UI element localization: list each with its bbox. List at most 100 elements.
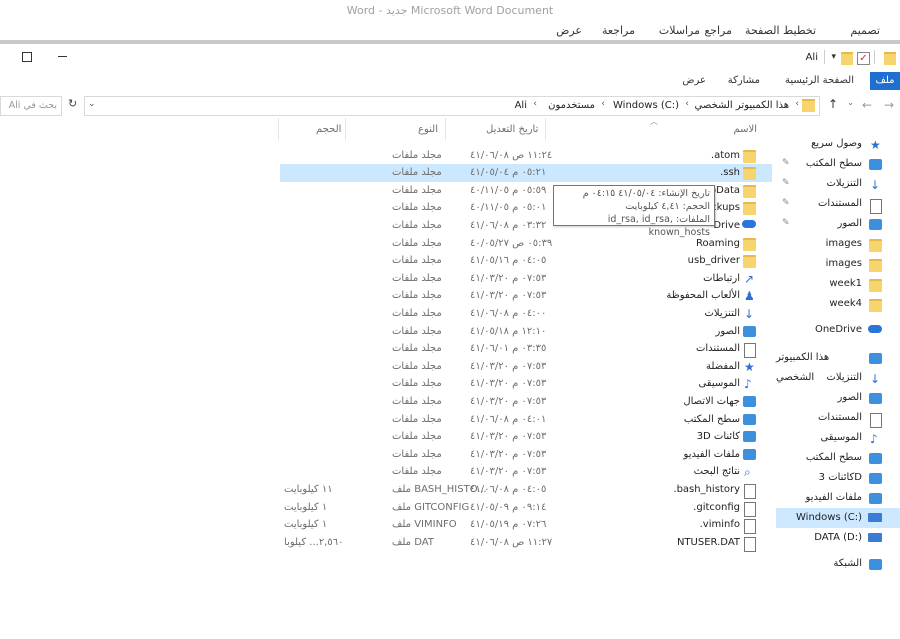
search-box[interactable]: بحث في Ali <box>0 96 62 116</box>
file-row[interactable]: الصور ١٢:١٠ م ٤١/٠٥/١٨ مجلد ملفات <box>280 323 772 341</box>
nav-item[interactable]: ملفات الفيديو <box>776 488 900 508</box>
pin-icon[interactable]: ✎ <box>782 199 791 208</box>
word-tab-view[interactable]: عرض <box>556 22 582 40</box>
breadcrumb-windows-c[interactable]: Windows (C:) <box>613 100 679 111</box>
back-button[interactable]: → <box>884 98 894 112</box>
nav-item[interactable]: المستندات <box>776 408 900 428</box>
nav-item[interactable]: ↓ التنزيلات <box>776 368 900 388</box>
file-row[interactable]: .viminfo ٠٧:٢٦ م ٤١/٠٥/١٩ ملف VIMINFO ١ كيل… <box>280 516 772 535</box>
word-tab-layout[interactable]: تخطيط الصفحة <box>745 22 816 40</box>
file-name: .bash_history <box>673 483 740 495</box>
file-row[interactable]: جهات الاتصال ٠٧:٥٣ م ٤١/٠٣/٢٠ مجلد ملفات <box>280 393 772 411</box>
documents-icon <box>870 199 882 214</box>
file-row[interactable]: المستندات ٠٣:٣٥ م ٤١/٠٦/٠١ مجلد ملفات <box>280 340 772 359</box>
file-name: ارتباطات <box>703 272 740 284</box>
file-row[interactable]: ⌕ نتائج البحث ٠٧:٥٣ م ٤١/٠٣/٢٠ مجلد ملفات <box>280 463 772 481</box>
breadcrumb-users[interactable]: مستخدمون <box>548 100 595 111</box>
file-row[interactable]: ↓ التنزيلات ٠٤:٠٠ م ٤١/٠٦/٠٨ مجلد ملفات <box>280 305 772 323</box>
file-row[interactable]: ♟ الألعاب المحفوظة ٠٧:٥٣ م ٤١/٠٣/٢٠ مجلد مل… <box>280 287 772 305</box>
pin-icon[interactable]: ✎ <box>782 219 791 228</box>
properties-icon[interactable]: ✓ <box>857 52 870 65</box>
pin-icon[interactable]: ✎ <box>782 159 791 168</box>
nav-item[interactable]: الصور ✎ <box>776 214 900 234</box>
file-date: ٠٧:٥٣ م ٤١/٠٣/٢٠ <box>470 431 547 443</box>
column-header-type[interactable]: النوع <box>418 124 438 136</box>
nav-item[interactable]: المستندات ✎ <box>776 194 900 214</box>
breadcrumb-ali[interactable]: Ali <box>515 100 527 111</box>
file-row[interactable]: ↗ ارتباطات ٠٧:٥٣ م ٤١/٠٣/٢٠ مجلد ملفات <box>280 270 772 288</box>
tab-file[interactable]: ملف <box>870 72 900 90</box>
file-row[interactable]: كائنات 3D ٠٧:٥٣ م ٤١/٠٣/٢٠ مجلد ملفات <box>280 428 772 446</box>
pin-icon[interactable]: ✎ <box>782 179 791 188</box>
file-name: .atom <box>710 149 740 161</box>
nav-item[interactable]: ★ وصول سريع <box>776 134 900 154</box>
address-bar[interactable]: ⌄ ‹ هذا الكمبيوتر الشخصي ‹ Windows (C:) … <box>84 96 820 116</box>
file-type: مجلد ملفات <box>392 431 442 443</box>
tab-share[interactable]: مشاركة <box>722 72 766 90</box>
column-divider[interactable] <box>278 118 279 140</box>
file-name: جهات الاتصال <box>683 395 740 407</box>
nav-item[interactable]: images <box>776 254 900 274</box>
file-row[interactable]: NTUSER.DAT ١١:٢٧ ص ٤١/٠٦/٠٨ ملف DAT ٢,٥٦٠..… <box>280 534 772 552</box>
column-divider[interactable] <box>545 118 546 140</box>
file-date: ٠٧:٥٣ م ٤١/٠٣/٢٠ <box>470 448 547 460</box>
address-dropdown-icon[interactable]: ⌄ <box>88 99 96 109</box>
drive-icon <box>868 513 882 522</box>
column-header-size[interactable]: الحجم <box>316 124 341 136</box>
file-type: ملف GITCONFIG <box>392 501 470 513</box>
breadcrumb-this-pc[interactable]: هذا الكمبيوتر الشخصي <box>695 100 790 111</box>
file-size: ٢,٥٦٠... كيلوبا <box>284 536 344 548</box>
folder-icon <box>743 202 756 216</box>
quick-access-dropdown-icon[interactable]: ▾ <box>831 52 836 62</box>
file-row[interactable]: سطح المكتب ٠٤:٠١ م ٤١/٠٦/٠٨ مجلد ملفات <box>280 411 772 429</box>
column-header-name[interactable]: الاسم <box>733 124 757 136</box>
forward-button[interactable]: ← <box>862 98 872 112</box>
documents-icon <box>870 413 882 428</box>
file-row[interactable]: .ssh ٠٥:٢١ م ٤١/٠٥/٠٤ مجلد ملفات <box>280 164 772 182</box>
nav-item[interactable]: الصور <box>776 388 900 408</box>
music-icon: ♪ <box>870 432 878 446</box>
file-row[interactable]: ♪ الموسيقى ٠٧:٥٣ م ٤١/٠٣/٢٠ مجلد ملفات <box>280 375 772 393</box>
tab-view[interactable]: عرض <box>676 72 712 90</box>
word-tab-mailings[interactable]: مراسلات <box>659 22 700 40</box>
refresh-button[interactable]: ↻ <box>68 97 77 110</box>
nav-item-label: DATA (D:) <box>814 532 862 543</box>
file-row[interactable]: ★ المفضلة ٠٧:٥٣ م ٤١/٠٣/٢٠ مجلد ملفات <box>280 358 772 376</box>
nav-item[interactable]: DATA (D:) <box>776 528 900 548</box>
up-button[interactable]: ↑ <box>828 97 838 111</box>
nav-item-label: الموسيقى <box>820 432 862 443</box>
file-row[interactable]: usb_driver ٠٤:٠٥ م ٤١/٠٥/١٦ مجلد ملفات <box>280 252 772 270</box>
onedrive-icon <box>742 219 756 228</box>
minimize-button[interactable] <box>58 56 67 57</box>
file-row[interactable]: .atom ١١:٢٤ ص ٤١/٠٦/٠٨ مجلد ملفات <box>280 147 772 165</box>
nav-item[interactable]: كائنات 3D <box>776 468 900 488</box>
nav-item[interactable]: week4 <box>776 294 900 314</box>
nav-item[interactable]: سطح المكتب <box>776 448 900 468</box>
nav-item[interactable]: ♪ الموسيقى <box>776 428 900 448</box>
column-divider[interactable] <box>345 118 346 140</box>
nav-item[interactable]: الشبكة <box>776 554 900 574</box>
nav-item[interactable]: week1 <box>776 274 900 294</box>
nav-item[interactable]: ↓ التنزيلات ✎ <box>776 174 900 194</box>
maximize-button[interactable] <box>22 52 32 62</box>
word-tab-references[interactable]: مراجع <box>704 22 732 40</box>
new-folder-icon[interactable] <box>841 52 853 65</box>
nav-item[interactable]: OneDrive <box>776 320 900 340</box>
word-tab-review[interactable]: مراجعة <box>602 22 635 40</box>
nav-item-label: التنزيلات <box>826 372 862 383</box>
nav-item[interactable]: هذا الكمبيوتر الشخصي <box>776 348 900 383</box>
file-row[interactable]: .bash_history ٠٤:٠٥ م ٤١/٠٦/٠٨ ملف BASH_HI… <box>280 481 772 499</box>
column-divider[interactable] <box>445 118 446 140</box>
word-tab-design[interactable]: تصميم <box>850 22 880 40</box>
column-header-date[interactable]: تاريخ التعديل <box>486 124 538 136</box>
nav-item[interactable]: images <box>776 234 900 254</box>
nav-item[interactable]: سطح المكتب ✎ <box>776 154 900 174</box>
explorer-title-bar <box>0 44 900 72</box>
file-type: مجلد ملفات <box>392 290 442 302</box>
file-name: .ssh <box>720 167 740 179</box>
file-row[interactable]: .gitconfig ٠٩:١٤ م ٤١/٠٥/٠٩ ملف GITCONFIG ١… <box>280 499 772 517</box>
nav-item[interactable]: Windows (C:) <box>776 508 900 528</box>
recent-locations-icon[interactable]: ⌄ <box>847 98 854 107</box>
file-row[interactable]: ملفات الفيديو ٠٧:٥٣ م ٤١/٠٣/٢٠ مجلد ملفات <box>280 446 772 464</box>
tab-home[interactable]: الصفحة الرئيسية <box>779 72 860 90</box>
